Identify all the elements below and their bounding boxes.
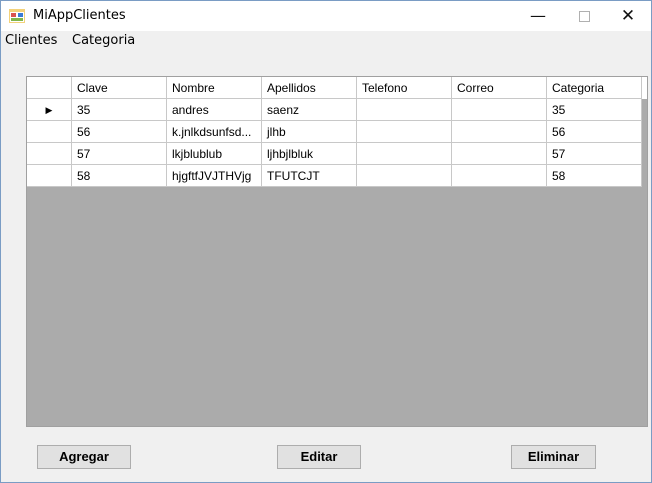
- cell-apellidos[interactable]: TFUTCJT: [262, 165, 357, 187]
- cell-nombre[interactable]: hjgftfJVJTHVjg: [167, 165, 262, 187]
- window-title: MiAppClientes: [33, 8, 126, 23]
- current-row-indicator-icon[interactable]: ▶: [27, 99, 72, 121]
- cell-correo[interactable]: [452, 121, 547, 143]
- cell-clave[interactable]: 57: [72, 143, 167, 165]
- cell-clave[interactable]: 56: [72, 121, 167, 143]
- cell-categoria[interactable]: 57: [547, 143, 642, 165]
- table-row[interactable]: 58 hjgftfJVJTHVjg TFUTCJT 58: [27, 165, 647, 187]
- cell-correo[interactable]: [452, 143, 547, 165]
- menu-categoria[interactable]: Categoria: [72, 33, 135, 48]
- title-bar: MiAppClientes — ✕: [1, 1, 651, 31]
- cell-apellidos[interactable]: jlhb: [262, 121, 357, 143]
- table-row[interactable]: ▶ 35 andres saenz 35: [27, 99, 647, 121]
- editar-button[interactable]: Editar: [277, 445, 361, 469]
- menu-bar: Clientes Categoria: [1, 31, 651, 51]
- grid-header-row: Clave Nombre Apellidos Telefono Correo C…: [27, 77, 647, 99]
- cell-clave[interactable]: 58: [72, 165, 167, 187]
- close-button[interactable]: ✕: [605, 1, 651, 31]
- column-header-correo[interactable]: Correo: [452, 77, 547, 99]
- row-header[interactable]: [27, 121, 72, 143]
- cell-nombre[interactable]: k.jnlkdsunfsd...: [167, 121, 262, 143]
- cell-telefono[interactable]: [357, 143, 452, 165]
- cell-correo[interactable]: [452, 165, 547, 187]
- row-header[interactable]: [27, 165, 72, 187]
- cell-nombre[interactable]: andres: [167, 99, 262, 121]
- cell-categoria[interactable]: 35: [547, 99, 642, 121]
- app-window-icon: [9, 9, 25, 23]
- table-row[interactable]: 56 k.jnlkdsunfsd... jlhb 56: [27, 121, 647, 143]
- column-header-nombre[interactable]: Nombre: [167, 77, 262, 99]
- cell-categoria[interactable]: 56: [547, 121, 642, 143]
- column-header-clave[interactable]: Clave: [72, 77, 167, 99]
- cell-categoria[interactable]: 58: [547, 165, 642, 187]
- cell-correo[interactable]: [452, 99, 547, 121]
- cell-apellidos[interactable]: ljhbjlbluk: [262, 143, 357, 165]
- clients-data-grid[interactable]: Clave Nombre Apellidos Telefono Correo C…: [26, 76, 648, 427]
- cell-telefono[interactable]: [357, 121, 452, 143]
- maximize-button[interactable]: [561, 1, 607, 31]
- table-row[interactable]: 57 lkjblublub ljhbjlbluk 57: [27, 143, 647, 165]
- cell-apellidos[interactable]: saenz: [262, 99, 357, 121]
- eliminar-button[interactable]: Eliminar: [511, 445, 596, 469]
- row-header[interactable]: [27, 143, 72, 165]
- minimize-button[interactable]: —: [515, 1, 561, 31]
- cell-telefono[interactable]: [357, 99, 452, 121]
- column-header-categoria[interactable]: Categoria: [547, 77, 642, 99]
- agregar-button[interactable]: Agregar: [37, 445, 131, 469]
- row-header-corner: [27, 77, 72, 99]
- menu-clientes[interactable]: Clientes: [5, 33, 57, 48]
- column-header-apellidos[interactable]: Apellidos: [262, 77, 357, 99]
- cell-telefono[interactable]: [357, 165, 452, 187]
- maximize-icon: [578, 11, 590, 22]
- main-window: MiAppClientes — ✕ Clientes Categoria Cla…: [0, 0, 652, 483]
- cell-nombre[interactable]: lkjblublub: [167, 143, 262, 165]
- cell-clave[interactable]: 35: [72, 99, 167, 121]
- column-header-telefono[interactable]: Telefono: [357, 77, 452, 99]
